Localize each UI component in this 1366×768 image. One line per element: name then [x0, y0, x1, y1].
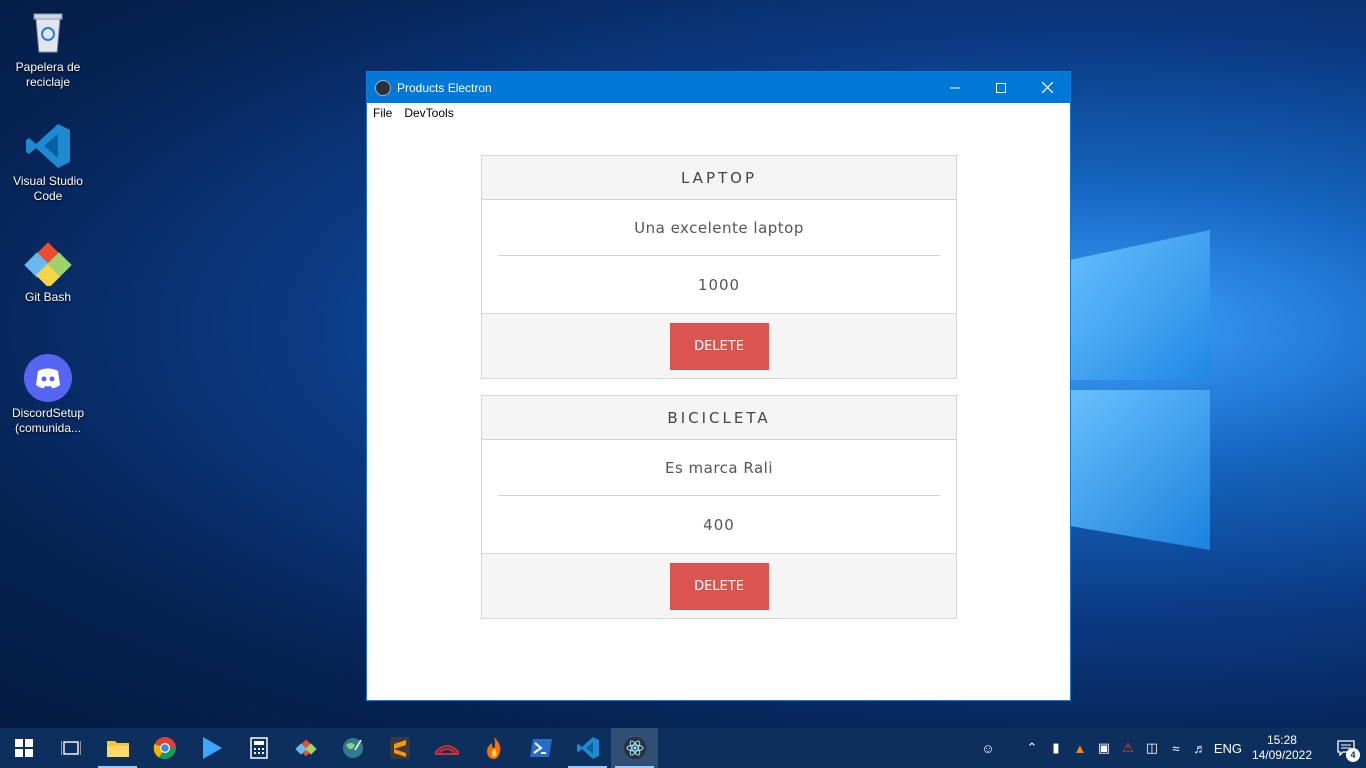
- taskbar-file-explorer[interactable]: [94, 728, 141, 768]
- clock[interactable]: 15:28 14/09/2022: [1252, 733, 1312, 763]
- vscode-icon: [576, 737, 599, 759]
- fire-tray-icon[interactable]: ▲: [1068, 728, 1092, 768]
- sublime-icon: [389, 737, 410, 759]
- products-list: LAPTOP Una excelente laptop 1000 DELETE …: [367, 123, 1070, 701]
- product-card: BICICLETA Es marca Rali 400 DELETE: [481, 395, 957, 619]
- git-bash-icon: [24, 238, 72, 289]
- start-button[interactable]: [0, 728, 47, 768]
- red-app-icon: [433, 745, 460, 755]
- minimize-button[interactable]: [932, 72, 978, 103]
- desktop-icon-label: Visual Studio Code: [13, 174, 83, 203]
- electron-app-icon: [375, 79, 391, 96]
- wifi-icon[interactable]: ≈: [1164, 728, 1188, 768]
- language-indicator[interactable]: ENG: [1212, 728, 1244, 768]
- maximize-icon: [996, 82, 1006, 93]
- chrome-icon: [153, 737, 176, 759]
- app-tray-icon[interactable]: ▣: [1092, 728, 1116, 768]
- desktop-icon-label: Git Bash: [24, 290, 72, 304]
- desktop-icon-vscode[interactable]: Visual Studio Code: [6, 122, 90, 204]
- product-card-footer: DELETE: [482, 553, 956, 618]
- people-icon[interactable]: ☺: [976, 728, 1000, 768]
- product-card: LAPTOP Una excelente laptop 1000 DELETE: [481, 155, 957, 379]
- discord-icon: [24, 354, 72, 402]
- electron-icon: [623, 737, 646, 759]
- clock-date: 14/09/2022: [1251, 748, 1312, 762]
- notification-badge: 4: [1346, 748, 1360, 762]
- taskbar-vscode[interactable]: [564, 728, 611, 768]
- taskbar-calculator[interactable]: [235, 728, 282, 768]
- folder-icon: [106, 741, 129, 757]
- maximize-button[interactable]: [978, 72, 1024, 103]
- taskbar-git-gui[interactable]: [282, 728, 329, 768]
- notification-center-button[interactable]: 4: [1326, 728, 1366, 768]
- battery-icon[interactable]: ◫: [1140, 728, 1164, 768]
- play-icon: [202, 737, 222, 759]
- app-window: Products Electron File DevTools LAPTOP U…: [366, 71, 1071, 701]
- menu-bar: File DevTools: [367, 103, 1070, 123]
- product-name: BICICLETA: [482, 396, 956, 440]
- taskbar: ☺ ⌃ ▮ ▲ ▣ ⚠ ◫ ≈ ♬ ENG 15:28 14/09/2022 4: [0, 728, 1366, 768]
- chevron-up-icon[interactable]: ⌃: [1020, 728, 1044, 768]
- taskbar-sublime[interactable]: [376, 728, 423, 768]
- task-view-icon: [60, 741, 81, 755]
- volume-icon[interactable]: ♬: [1188, 728, 1212, 768]
- product-card-footer: DELETE: [482, 313, 956, 378]
- window-titlebar[interactable]: Products Electron: [367, 72, 1070, 103]
- taskbar-powershell[interactable]: [517, 728, 564, 768]
- usb-icon[interactable]: ▮: [1044, 728, 1068, 768]
- system-tray: ☺ ⌃ ▮ ▲ ▣ ⚠ ◫ ≈ ♬ ENG 15:28 14/09/2022 4: [976, 728, 1366, 768]
- powershell-icon: [529, 739, 552, 757]
- fire-icon: [486, 737, 500, 759]
- product-description: Es marca Rali: [498, 440, 940, 496]
- product-price: 400: [703, 515, 735, 534]
- task-view-button[interactable]: [47, 728, 94, 768]
- warning-icon[interactable]: ⚠: [1116, 728, 1140, 768]
- taskbar-red-app[interactable]: [423, 728, 470, 768]
- clock-time: 15:28: [1266, 733, 1297, 747]
- delete-button[interactable]: DELETE: [669, 562, 769, 610]
- calculator-icon: [249, 737, 268, 759]
- vscode-icon: [24, 122, 72, 170]
- taskbar-chrome[interactable]: [141, 728, 188, 768]
- delete-button[interactable]: DELETE: [669, 322, 769, 370]
- close-button[interactable]: [1024, 72, 1070, 103]
- recycle-bin-icon: [24, 8, 72, 56]
- taskbar-play[interactable]: [188, 728, 235, 768]
- taskbar-earth[interactable]: [329, 728, 376, 768]
- desktop-icon-label: Papelera de reciclaje: [15, 60, 81, 89]
- menu-devtools[interactable]: DevTools: [404, 106, 453, 120]
- window-title: Products Electron: [397, 80, 492, 95]
- desktop-icon-git-bash[interactable]: Git Bash: [6, 238, 90, 305]
- windows-logo-graphic: [1070, 200, 1366, 580]
- product-name: LAPTOP: [482, 156, 956, 200]
- product-description: Una excelente laptop: [498, 200, 940, 256]
- windows-start-icon: [14, 739, 33, 757]
- product-price: 1000: [697, 275, 741, 294]
- desktop-icon-recycle-bin[interactable]: Papelera de reciclaje: [6, 8, 90, 90]
- close-icon: [1041, 82, 1053, 93]
- menu-file[interactable]: File: [373, 106, 392, 120]
- taskbar-electron[interactable]: [611, 728, 658, 768]
- taskbar-fire[interactable]: [470, 728, 517, 768]
- desktop-icon-label: DiscordSetup (comunida...: [11, 406, 85, 435]
- desktop-icon-discord[interactable]: DiscordSetup (comunida...: [6, 354, 90, 436]
- minimize-icon: [950, 87, 960, 88]
- git-gui-icon: [294, 739, 317, 757]
- globe-icon: [342, 738, 363, 758]
